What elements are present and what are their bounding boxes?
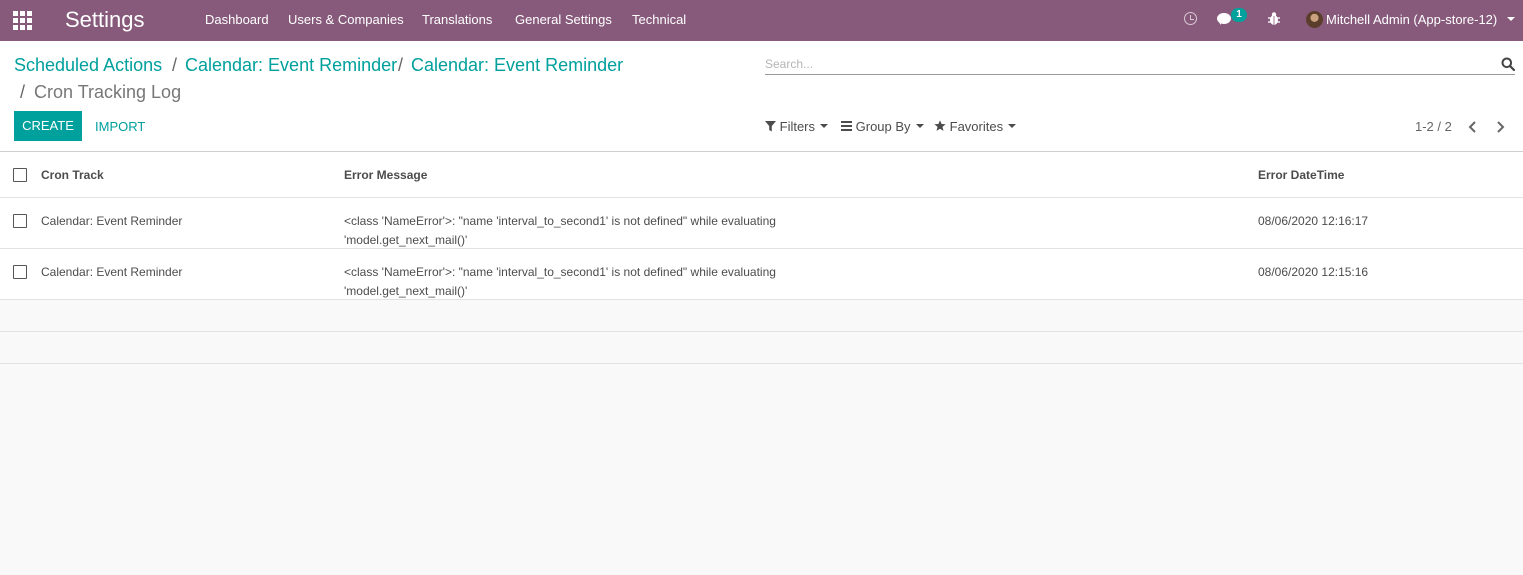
row-checkbox[interactable] xyxy=(13,214,27,228)
activity-clock-icon[interactable] xyxy=(1184,12,1197,25)
menu-dashboard[interactable]: Dashboard xyxy=(205,12,269,27)
import-button[interactable]: IMPORT xyxy=(95,119,145,134)
filter-icon xyxy=(765,121,776,132)
favorites-label: Favorites xyxy=(949,119,1004,134)
filters-dropdown[interactable]: Filters xyxy=(765,119,829,134)
cell-cron-track: Calendar: Event Reminder xyxy=(41,265,183,279)
table-row[interactable]: Calendar: Event Reminder <class 'NameErr… xyxy=(0,198,1523,249)
empty-row xyxy=(0,332,1523,364)
chevron-down-icon xyxy=(1008,123,1017,128)
list-bars-icon xyxy=(841,121,852,131)
search-input[interactable] xyxy=(765,55,1485,73)
chevron-left-icon[interactable] xyxy=(1465,119,1481,135)
breadcrumb-separator: / xyxy=(172,55,178,75)
column-header-error-message[interactable]: Error Message xyxy=(344,168,427,182)
menu-translations[interactable]: Translations xyxy=(422,12,492,27)
favorites-dropdown[interactable]: Favorites xyxy=(934,119,1017,134)
column-header-cron-track[interactable]: Cron Track xyxy=(41,168,104,182)
menu-general-settings[interactable]: General Settings xyxy=(515,12,612,27)
user-menu-caret-icon[interactable] xyxy=(1507,17,1515,21)
chevron-down-icon xyxy=(820,123,829,128)
select-all-checkbox[interactable] xyxy=(13,168,27,182)
cell-error-datetime: 08/06/2020 12:16:17 xyxy=(1258,214,1369,228)
group-by-label: Group By xyxy=(855,119,911,134)
breadcrumb-scheduled-actions[interactable]: Scheduled Actions xyxy=(14,55,162,76)
create-button[interactable]: CREATE xyxy=(14,111,82,141)
menu-users-companies[interactable]: Users & Companies xyxy=(288,12,404,27)
chevron-right-icon[interactable] xyxy=(1492,119,1508,135)
breadcrumb-current: Cron Tracking Log xyxy=(34,82,182,102)
search-bar xyxy=(765,55,1515,75)
filters-label: Filters xyxy=(779,119,816,134)
table-header: Cron Track Error Message Error DateTime xyxy=(0,152,1523,198)
group-by-dropdown[interactable]: Group By xyxy=(841,119,924,134)
messaging-icon[interactable] xyxy=(1217,13,1231,25)
breadcrumb-event-reminder-1[interactable]: Calendar: Event Reminder xyxy=(185,55,397,76)
messaging-counter-badge: 1 xyxy=(1231,8,1247,22)
control-panel: Scheduled Actions / Calendar: Event Remi… xyxy=(0,41,1523,152)
cell-error-datetime: 08/06/2020 12:15:16 xyxy=(1258,265,1369,279)
debug-bug-icon[interactable] xyxy=(1267,11,1281,27)
breadcrumb-separator: / xyxy=(20,82,26,102)
chevron-down-icon xyxy=(915,123,924,128)
breadcrumb-separator: / xyxy=(398,55,404,75)
cell-error-message: <class 'NameError'>: "name 'interval_to_… xyxy=(344,265,776,298)
cell-error-message: <class 'NameError'>: "name 'interval_to_… xyxy=(344,214,776,247)
table-row[interactable]: Calendar: Event Reminder <class 'NameErr… xyxy=(0,249,1523,300)
cell-cron-track: Calendar: Event Reminder xyxy=(41,214,183,228)
list-view: Cron Track Error Message Error DateTime … xyxy=(0,152,1523,364)
user-avatar[interactable] xyxy=(1306,11,1323,28)
star-icon xyxy=(934,120,946,131)
row-checkbox[interactable] xyxy=(13,265,27,279)
app-title: Settings xyxy=(65,7,145,32)
top-navbar: Settings Dashboard Users & Companies Tra… xyxy=(0,0,1523,41)
column-header-error-datetime[interactable]: Error DateTime xyxy=(1258,168,1344,182)
user-menu-name[interactable]: Mitchell Admin (App-store-12) xyxy=(1326,12,1497,27)
apps-menu-icon[interactable] xyxy=(13,11,32,30)
breadcrumb-event-reminder-2[interactable]: Calendar: Event Reminder xyxy=(411,55,623,76)
search-icon[interactable] xyxy=(1501,57,1515,71)
menu-technical[interactable]: Technical xyxy=(632,12,686,27)
empty-row xyxy=(0,300,1523,332)
pager-value[interactable]: 1-2 / 2 xyxy=(1415,119,1452,134)
